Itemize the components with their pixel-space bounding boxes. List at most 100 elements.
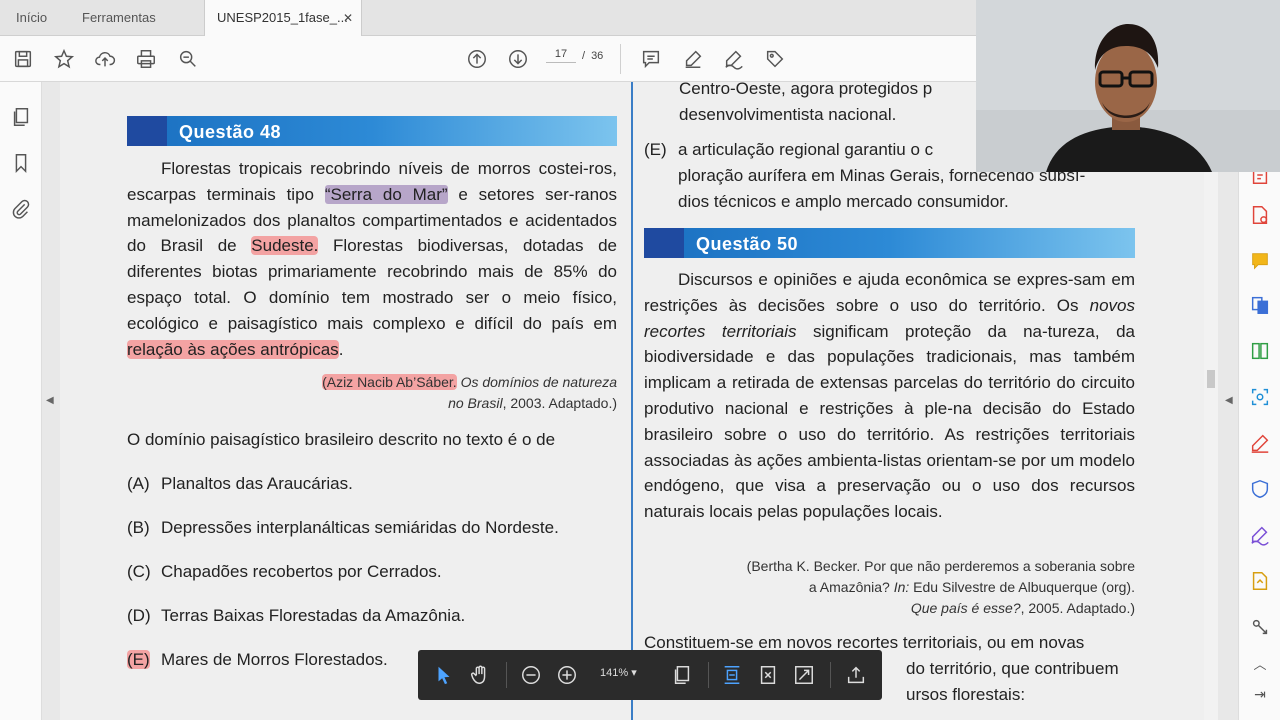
edit-pdf-icon[interactable] bbox=[1249, 432, 1271, 454]
option-b[interactable]: (B) Depressões interplanálticas semiárida… bbox=[127, 518, 559, 538]
floatbar-divider bbox=[506, 662, 507, 688]
option-text: dios técnicos e amplo mercado consumidor… bbox=[678, 191, 1009, 211]
option-text: Planaltos das Araucárias. bbox=[161, 474, 353, 493]
option-text: Depressões interplanálticas semiáridas d… bbox=[161, 518, 559, 537]
organize-pages-icon[interactable] bbox=[1249, 340, 1271, 362]
page-total: 36 bbox=[591, 49, 604, 62]
combine-files-icon[interactable] bbox=[1249, 294, 1271, 316]
scan-ocr-icon[interactable] bbox=[1249, 386, 1271, 408]
option-letter: (A) bbox=[127, 474, 150, 493]
text-segment: significam proteção da na-tureza, da bio… bbox=[644, 321, 1135, 522]
option-letter: (D) bbox=[127, 606, 151, 625]
option-a[interactable]: (A) Planaltos das Araucárias. bbox=[127, 474, 353, 494]
more-tools-icon[interactable] bbox=[1249, 616, 1271, 638]
page-up-icon[interactable] bbox=[464, 46, 490, 72]
option-letter: (B) bbox=[127, 518, 150, 537]
text-segment: Discursos e opiniões e ajuda econômica s… bbox=[644, 270, 1135, 315]
page-separator: / bbox=[582, 49, 586, 62]
select-cursor-icon[interactable] bbox=[432, 663, 456, 687]
toolbar-divider bbox=[620, 44, 621, 74]
question-48-text: Florestas tropicais recobrindo níveis de… bbox=[127, 156, 617, 362]
fill-sign-icon[interactable] bbox=[1249, 524, 1271, 546]
pdf-reader-window: Início Ferramentas UNESP2015_1fase_... ✕ bbox=[0, 0, 1280, 720]
document-viewport: Questão 48 Florestas tropicais recobrind… bbox=[60, 82, 1204, 720]
webcam-person-image bbox=[976, 0, 1280, 172]
citation-text: a Amazônia? bbox=[808, 579, 894, 595]
tab-home[interactable]: Início bbox=[16, 0, 47, 36]
create-pdf-icon[interactable] bbox=[1249, 204, 1271, 226]
citation-text: Edu Silvestre de Albuquerque (org). bbox=[909, 579, 1135, 595]
option-text: Terras Baixas Florestadas da Amazônia. bbox=[161, 606, 466, 625]
citation-year: , 2003. Adaptado.) bbox=[502, 395, 617, 411]
sign-icon[interactable] bbox=[721, 46, 747, 72]
floating-page-controls: 141% ▾ bbox=[418, 650, 882, 700]
star-icon[interactable] bbox=[51, 46, 77, 72]
floatbar-divider bbox=[830, 662, 831, 688]
zoom-in-icon[interactable] bbox=[555, 663, 579, 687]
header-block bbox=[644, 228, 684, 258]
citation-in: In: bbox=[893, 579, 910, 595]
header-block bbox=[127, 116, 167, 146]
zoom-level-select[interactable]: 141% ▾ bbox=[600, 666, 637, 679]
zoom-search-icon[interactable] bbox=[175, 46, 201, 72]
question-48-header: Questão 48 bbox=[127, 116, 617, 146]
page-down-icon[interactable] bbox=[505, 46, 531, 72]
option-text: a articulação regional garantiu o c bbox=[678, 140, 934, 159]
tab-document[interactable]: UNESP2015_1fase_... ✕ bbox=[204, 0, 362, 36]
question-50-header: Questão 50 bbox=[644, 228, 1135, 258]
right-tools-rail: ︿ ⇥ bbox=[1238, 82, 1280, 720]
citation-50: (Bertha K. Becker. Por que não perderemo… bbox=[644, 556, 1135, 619]
pages-thumbnail-icon[interactable] bbox=[10, 106, 32, 128]
comment-tool-icon[interactable] bbox=[1249, 250, 1271, 272]
question-50-title: Questão 50 bbox=[696, 234, 799, 254]
webcam-overlay bbox=[976, 0, 1280, 172]
chevron-down-icon: ▾ bbox=[631, 667, 637, 679]
option-letter-highlighted: (E) bbox=[127, 650, 150, 669]
highlight-acoes-antropicas[interactable]: relação às ações antrópicas bbox=[127, 339, 339, 359]
save-icon[interactable] bbox=[10, 46, 36, 72]
close-icon[interactable]: ✕ bbox=[343, 0, 353, 36]
collapse-right-panel-icon[interactable]: ◀ bbox=[1225, 395, 1233, 406]
full-screen-icon[interactable] bbox=[792, 663, 816, 687]
option-text: Mares de Morros Florestados. bbox=[161, 650, 388, 669]
citation-48: (Aziz Nacib Ab’Sáber. Os domínios de nat… bbox=[127, 372, 617, 414]
left-navigation-rail bbox=[0, 82, 42, 720]
vertical-scrollbar[interactable] bbox=[1204, 82, 1218, 720]
collapse-left-panel-icon[interactable]: ◀ bbox=[46, 395, 54, 406]
cloud-upload-icon[interactable] bbox=[92, 46, 118, 72]
chevron-up-icon[interactable]: ︿ bbox=[1249, 654, 1271, 676]
text-segment: . bbox=[338, 339, 344, 359]
highlight-sudeste[interactable]: Sudeste. bbox=[251, 236, 319, 256]
option-text: Chapadões recobertos por Cerrados. bbox=[161, 562, 442, 581]
question-48-prompt: O domínio paisagístico brasileiro descri… bbox=[127, 430, 556, 449]
zoom-out-icon[interactable] bbox=[519, 663, 543, 687]
print-icon[interactable] bbox=[133, 46, 159, 72]
collapse-pane-icon[interactable]: ⇥ bbox=[1249, 686, 1271, 708]
page-view-icon[interactable] bbox=[670, 663, 694, 687]
option-e[interactable]: (E) Mares de Morros Florestados. bbox=[127, 650, 388, 670]
option-d[interactable]: (D) Terras Baixas Florestadas da Amazônia… bbox=[127, 606, 465, 626]
citation-year: , 2005. Adaptado.) bbox=[1020, 600, 1135, 616]
citation-work: Que país é esse? bbox=[910, 600, 1021, 616]
highlight-pen-icon[interactable] bbox=[680, 46, 706, 72]
page-indicator: 17 / 36 bbox=[546, 48, 603, 63]
attachment-icon[interactable] bbox=[10, 198, 32, 220]
tab-tools[interactable]: Ferramentas bbox=[82, 0, 156, 36]
page-number-input[interactable]: 17 bbox=[546, 48, 576, 63]
protect-shield-icon[interactable] bbox=[1249, 478, 1271, 500]
option-letter: (E) bbox=[644, 140, 667, 159]
highlight-serra-do-mar[interactable]: “Serra do Mar” bbox=[324, 184, 448, 204]
send-for-review-icon[interactable] bbox=[1249, 570, 1271, 592]
stamp-tag-icon[interactable] bbox=[762, 46, 788, 72]
scrollbar-thumb[interactable] bbox=[1207, 370, 1215, 388]
option-letter: (C) bbox=[127, 562, 151, 581]
bookmark-icon[interactable] bbox=[10, 152, 32, 174]
question-48-title: Questão 48 bbox=[179, 122, 282, 142]
share-upload-icon[interactable] bbox=[844, 663, 868, 687]
option-c[interactable]: (C) Chapadões recobertos por Cerrados. bbox=[127, 562, 442, 582]
highlight-author[interactable]: (Aziz Nacib Ab’Sáber. bbox=[322, 374, 457, 390]
hand-pan-icon[interactable] bbox=[468, 663, 492, 687]
fit-width-icon[interactable] bbox=[720, 663, 744, 687]
comment-icon[interactable] bbox=[638, 46, 664, 72]
fit-page-icon[interactable] bbox=[756, 663, 780, 687]
